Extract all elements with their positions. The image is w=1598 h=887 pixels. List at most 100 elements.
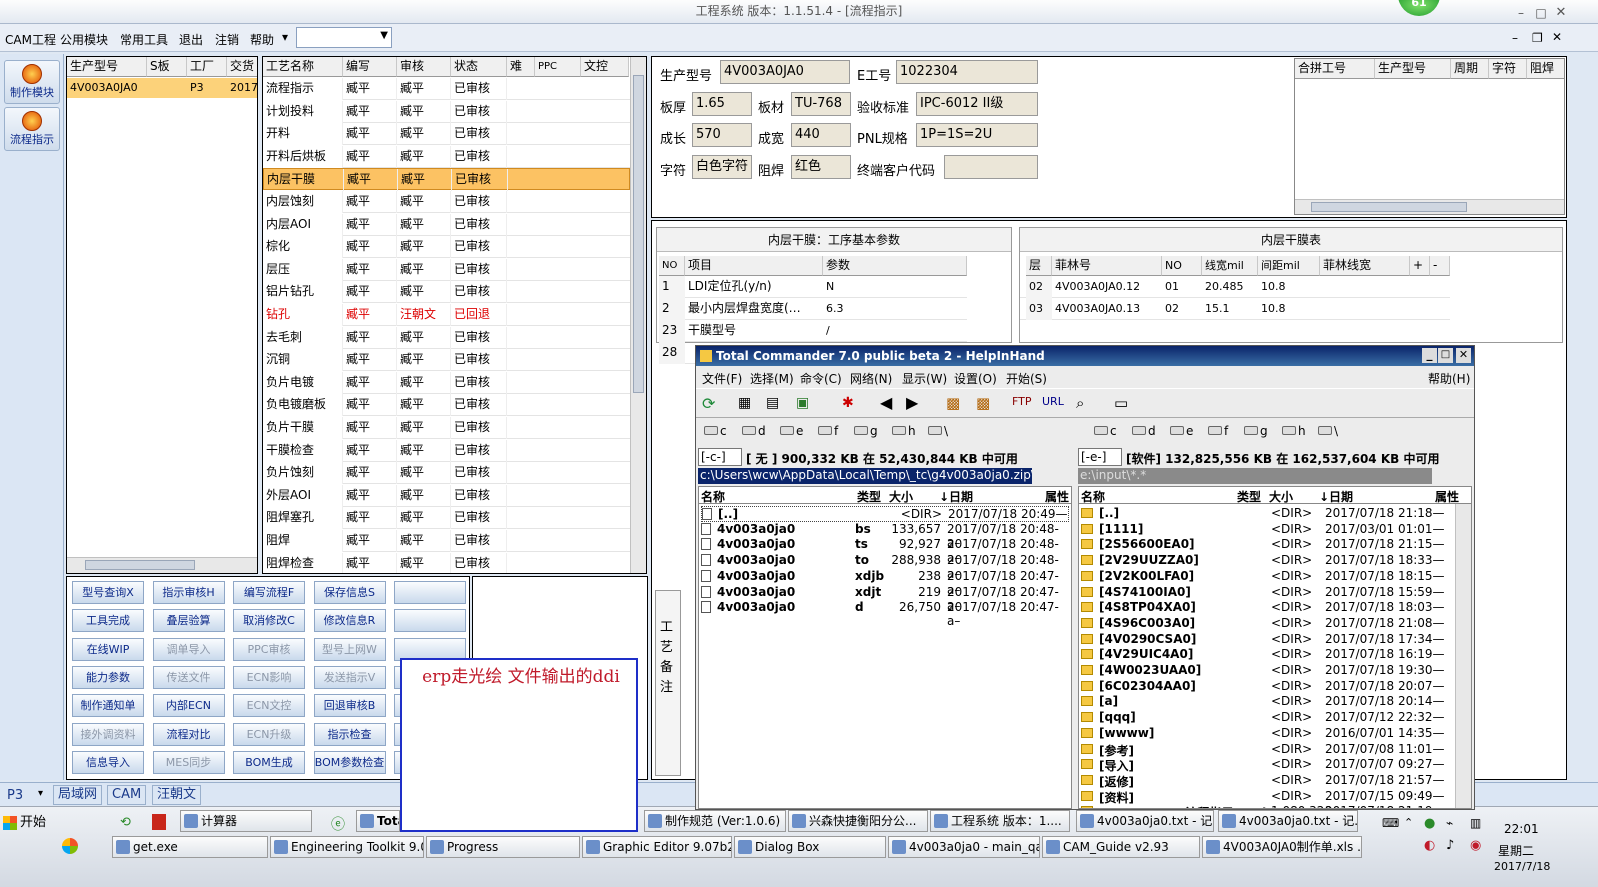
file-row[interactable]: [返修] <DIR> 2017/07/18 21:57—: [1081, 773, 1455, 789]
e-no-field[interactable]: 1022304: [896, 60, 1038, 84]
col-film-line[interactable]: 菲林线宽: [1320, 256, 1410, 276]
function-button[interactable]: 指示检查: [313, 722, 386, 746]
thickness-field[interactable]: 1.65: [692, 92, 752, 116]
file-row[interactable]: [导入] <DIR> 2017/07/07 09:27—: [1081, 757, 1455, 773]
table-row[interactable]: 铝片钻孔 臧平 臧平 已审核: [263, 281, 630, 304]
browser-icon[interactable]: ⓔ: [331, 814, 345, 834]
make-module-button[interactable]: 制作模块: [4, 60, 60, 104]
file-row[interactable]: [2S56600EA0] <DIR> 2017/07/18 21:15—: [1081, 537, 1455, 553]
table-row[interactable]: 03 4V003A0JA0.13 02 15.1 10.8: [1020, 298, 1450, 320]
function-button[interactable]: BOM参数检查: [313, 750, 386, 774]
url-icon[interactable]: URL: [1042, 395, 1064, 408]
chevron-down-icon[interactable]: ▾: [38, 788, 43, 799]
chevron-down-icon[interactable]: ▾: [282, 30, 288, 44]
pdf-icon[interactable]: [152, 814, 166, 830]
function-button[interactable]: [394, 581, 466, 604]
function-button[interactable]: 在线WIP: [72, 637, 144, 661]
table-row[interactable]: 阻焊检查 臧平 臧平 已审核: [263, 552, 630, 573]
function-button[interactable]: 回退审核B: [313, 694, 386, 718]
vertical-scrollbar[interactable]: [1455, 504, 1471, 808]
tc-menu-help[interactable]: 帮助(H): [1428, 370, 1470, 387]
drive-button[interactable]: h: [892, 424, 916, 438]
taskbar-button[interactable]: 4v003a0ja0 - main_qa: [888, 836, 1040, 858]
function-button[interactable]: 工具完成: [72, 609, 144, 633]
drive-button[interactable]: g: [854, 424, 878, 438]
mdi-restore-icon[interactable]: ❐: [1532, 31, 1543, 45]
drive-button[interactable]: \: [928, 424, 948, 438]
function-button[interactable]: PPC审核: [233, 637, 305, 661]
file-row[interactable]: [6C02304AA0] <DIR> 2017/07/18 20:07—: [1081, 679, 1455, 695]
tc-menu-item[interactable]: 网络(N): [850, 370, 892, 387]
search-icon[interactable]: ⌕: [1076, 394, 1084, 412]
table-row[interactable]: 流程指示 臧平 臧平 已审核: [263, 78, 630, 100]
tab-lan[interactable]: 局域网: [53, 785, 103, 805]
table-row[interactable]: 外层AOI 臧平 臧平 已审核: [263, 484, 630, 507]
length-field[interactable]: 570: [692, 123, 752, 147]
file-row[interactable]: [qqq] <DIR> 2017/07/12 22:32—: [1081, 710, 1455, 726]
scroll-thumb[interactable]: [1311, 202, 1467, 212]
close-icon[interactable]: ✕: [1552, 2, 1570, 20]
table-row[interactable]: 干膜检查 臧平 臧平 已审核: [263, 439, 630, 462]
function-button[interactable]: 发送指示V: [313, 665, 386, 689]
file-row[interactable]: [资料] <DIR> 2017/07/15 09:49—: [1081, 789, 1455, 805]
table-row[interactable]: 计划投料 臧平 臧平 已审核: [263, 100, 630, 123]
file-row[interactable]: [2V29UUZZA0] <DIR> 2017/07/18 18:33—: [1081, 553, 1455, 569]
taskbar-button[interactable]: Engineering Toolkit 9.07...: [270, 836, 424, 858]
mdi-close-icon[interactable]: ✕: [1552, 30, 1562, 44]
function-button[interactable]: 编写流程F: [233, 581, 305, 604]
file-row[interactable]: 4v003a0ja0 bs 133,657 2017/07/18 20:48-a–: [701, 522, 1069, 550]
col-reviewer[interactable]: 审核: [397, 57, 451, 77]
col-process-name[interactable]: 工艺名称: [263, 57, 343, 77]
menu-tools[interactable]: 常用工具: [120, 31, 168, 48]
right-drive-select[interactable]: [-e-]: [1078, 448, 1122, 466]
pnl-field[interactable]: 1P=1S=2U: [916, 123, 1038, 147]
file-row[interactable]: [4S96C003A0] <DIR> 2017/07/18 21:08—: [1081, 616, 1455, 632]
add-row-button[interactable]: +: [1410, 256, 1430, 276]
file-row[interactable]: 4v003a0ja0 xdjt 219 2017/07/18 20:47-a–: [701, 585, 1069, 613]
weibo-icon[interactable]: ◉: [1470, 838, 1481, 853]
usb-icon[interactable]: ⌁: [1446, 816, 1453, 830]
file-row[interactable]: 4v003a0ja0 xdjb 238 2017/07/18 20:47-a–: [701, 569, 1069, 597]
col-no[interactable]: NO: [659, 256, 685, 276]
table-row[interactable]: 开料后烘板 臧平 臧平 已审核: [263, 145, 630, 168]
menu-exit[interactable]: 退出: [179, 31, 203, 48]
keyboard-icon[interactable]: ⌨: [1382, 816, 1399, 830]
horizontal-scrollbar[interactable]: [1295, 199, 1564, 214]
taskbar-button[interactable]: 计算器: [180, 810, 312, 832]
table-row[interactable]: 4V003A0JA0 P3 2017: [67, 78, 257, 98]
function-button[interactable]: 型号上网W: [313, 637, 386, 661]
table-row[interactable]: 负片蚀刻 臧平 臧平 已审核: [263, 462, 630, 485]
col-delivery[interactable]: 交货: [227, 57, 257, 77]
table-row[interactable]: 内层AOI 臧平 臧平 已审核: [263, 213, 630, 236]
windows-orb-icon[interactable]: [62, 838, 78, 854]
standard-field[interactable]: IPC-6012 II级: [916, 92, 1038, 116]
taskbar-button[interactable]: 4v003a0ja0.txt - 记...: [1218, 810, 1358, 832]
drive-button[interactable]: d: [742, 424, 766, 438]
taskbar-button[interactable]: 工程系统 版本：1....: [930, 810, 1070, 832]
back-icon[interactable]: ◀: [880, 393, 892, 412]
scroll-thumb[interactable]: [633, 75, 644, 393]
function-button[interactable]: ECN文控: [233, 694, 305, 718]
char-field[interactable]: 白色字符: [692, 155, 752, 179]
tc-maximize-icon[interactable]: □: [1438, 348, 1453, 363]
drive-button[interactable]: g: [1244, 424, 1268, 438]
function-button[interactable]: 接外调资料: [72, 722, 144, 746]
drive-button[interactable]: f: [1208, 424, 1228, 438]
function-button[interactable]: BOM生成: [233, 750, 305, 774]
table-row[interactable]: 钻孔 臧平 汪朝文 已回退: [263, 304, 630, 326]
taskbar-button[interactable]: 兴森快捷衡阳分公...: [788, 810, 928, 832]
menu-combo[interactable]: ▼: [296, 27, 392, 48]
taskbar-button[interactable]: Tota: [356, 810, 400, 832]
width-field[interactable]: 440: [791, 123, 851, 147]
function-button[interactable]: [394, 609, 466, 633]
file-row[interactable]: [..] <DIR> 2017/07/18 20:49—: [701, 506, 1069, 522]
col-layer[interactable]: 层: [1026, 256, 1052, 276]
function-button[interactable]: ECN影响: [233, 665, 305, 689]
taskbar-button[interactable]: Graphic Editor 9.07b2 (0...: [582, 836, 732, 858]
function-button[interactable]: 修改信息R: [313, 609, 386, 633]
file-row[interactable]: 4v003a0ja0 to 288,938 2017/07/18 20:48-a–: [701, 553, 1069, 581]
col-writer[interactable]: 编写: [343, 57, 397, 77]
drive-button[interactable]: \: [1318, 424, 1338, 438]
drive-button[interactable]: c: [704, 424, 727, 438]
col-merge-no[interactable]: 合拼工号: [1295, 59, 1375, 79]
